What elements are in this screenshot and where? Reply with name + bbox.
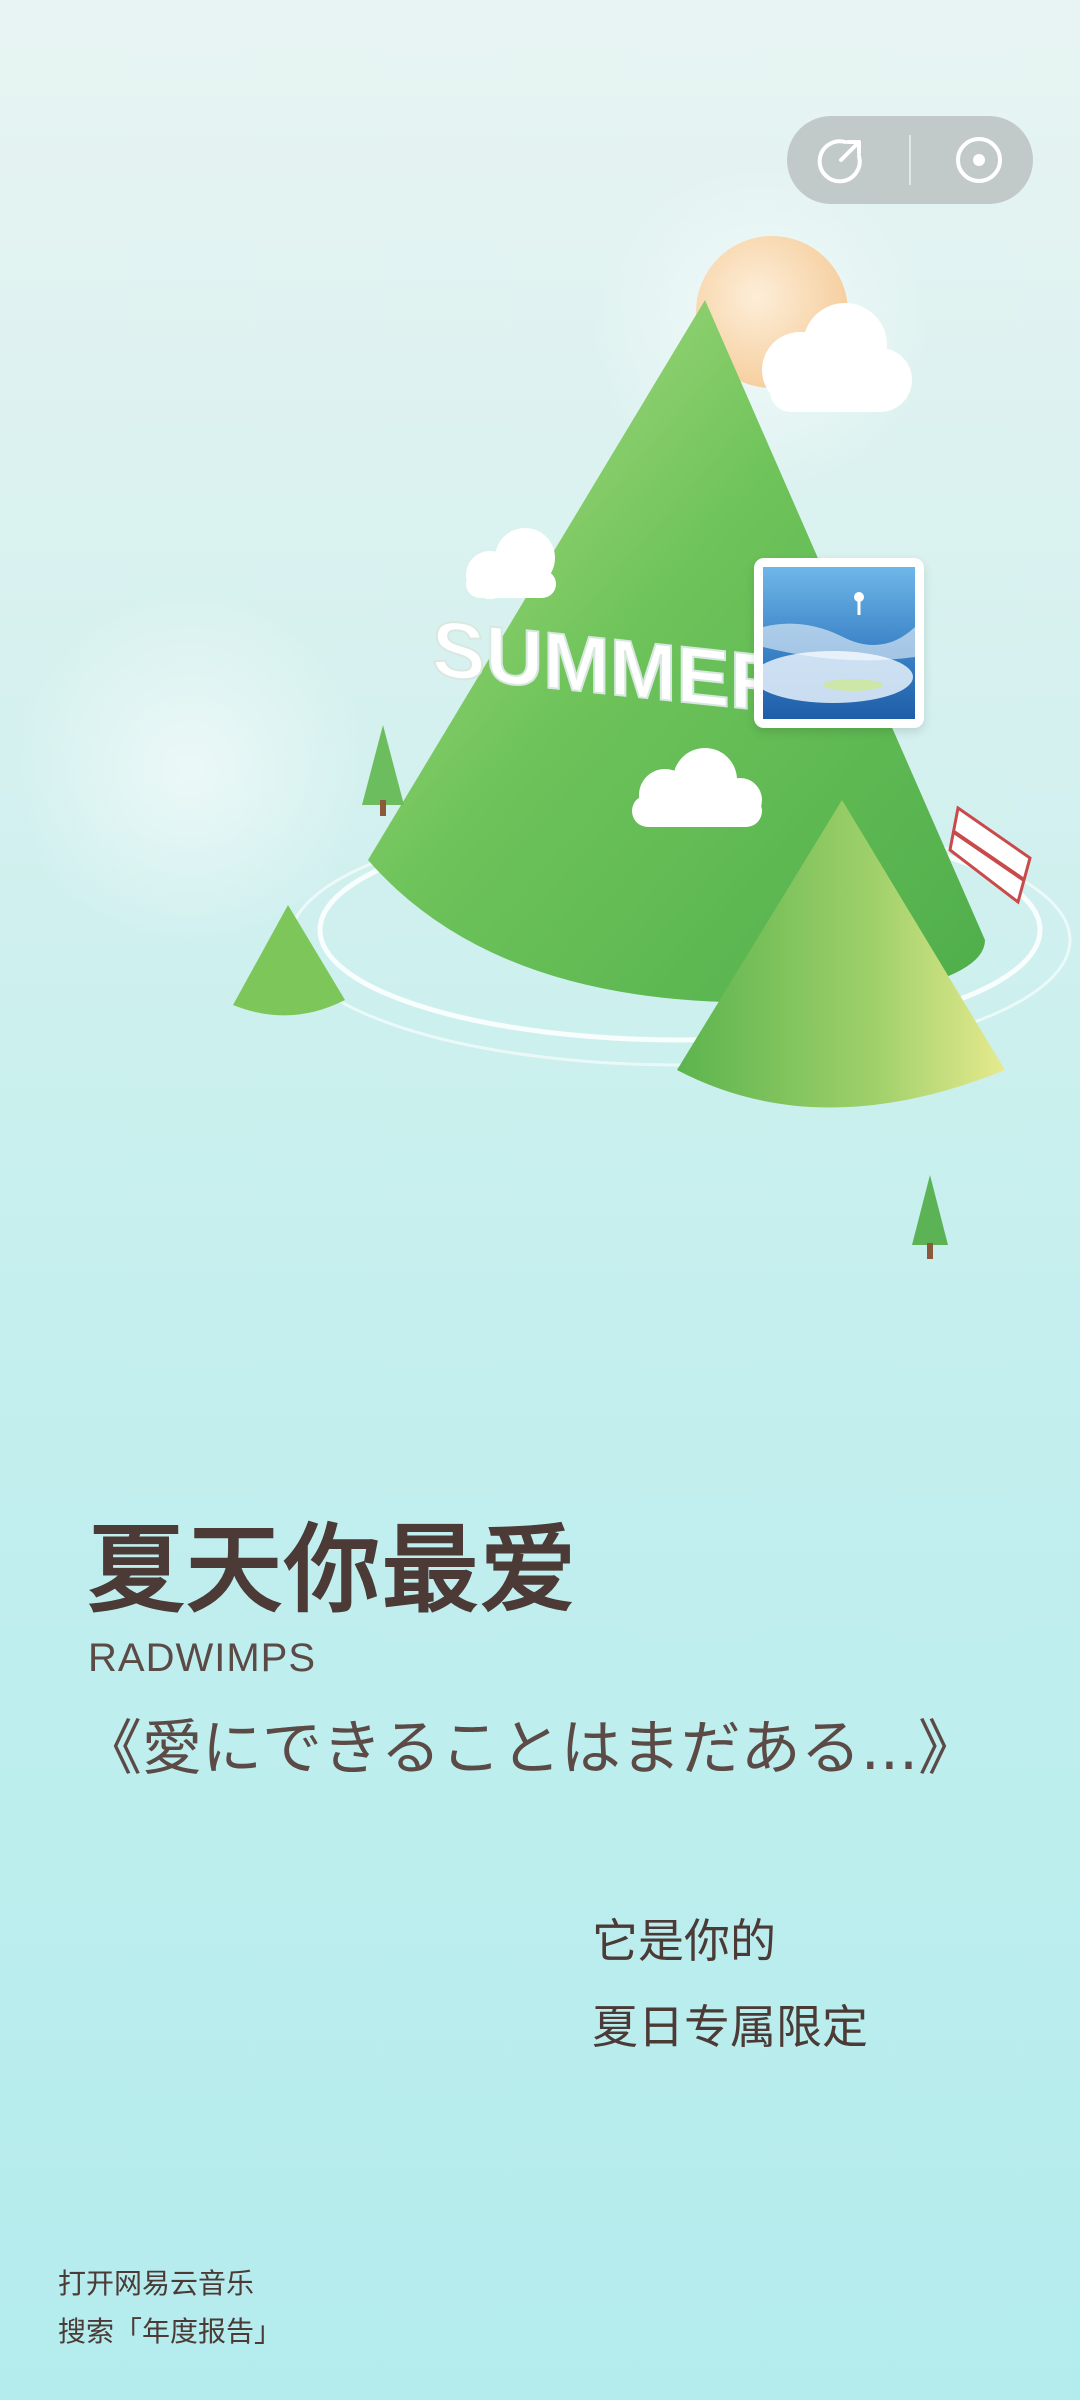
footer-line2: 搜索「年度报告」 (58, 2315, 283, 2348)
footer-line1: 打开网易云音乐 (58, 2267, 255, 2300)
summer-illustration: SUMMER (0, 0, 1080, 1400)
album-cover[interactable] (753, 558, 924, 728)
cloud (466, 528, 556, 599)
share-button[interactable] (813, 132, 869, 188)
music-button[interactable] (951, 132, 1007, 188)
tagline-line2: 夏日专属限定 (592, 2000, 868, 2054)
tagline: 它是你的 夏日专属限定 (592, 1898, 868, 2070)
page-title: 夏天你最爱 (88, 1514, 578, 1626)
song-title: 《愛にできることはまだある...》 (82, 1714, 979, 1784)
tagline-line1: 它是你的 (592, 1914, 776, 1968)
footer-hint: 打开网易云音乐 搜索「年度报告」 (58, 2260, 282, 2356)
album-art (753, 567, 915, 719)
capsule-divider (909, 135, 911, 185)
artist-name: RADWIMPS (88, 1636, 316, 1680)
tree (912, 1175, 948, 1259)
top-action-capsule (787, 116, 1033, 204)
share-icon (817, 139, 862, 184)
record-icon (956, 137, 1002, 183)
